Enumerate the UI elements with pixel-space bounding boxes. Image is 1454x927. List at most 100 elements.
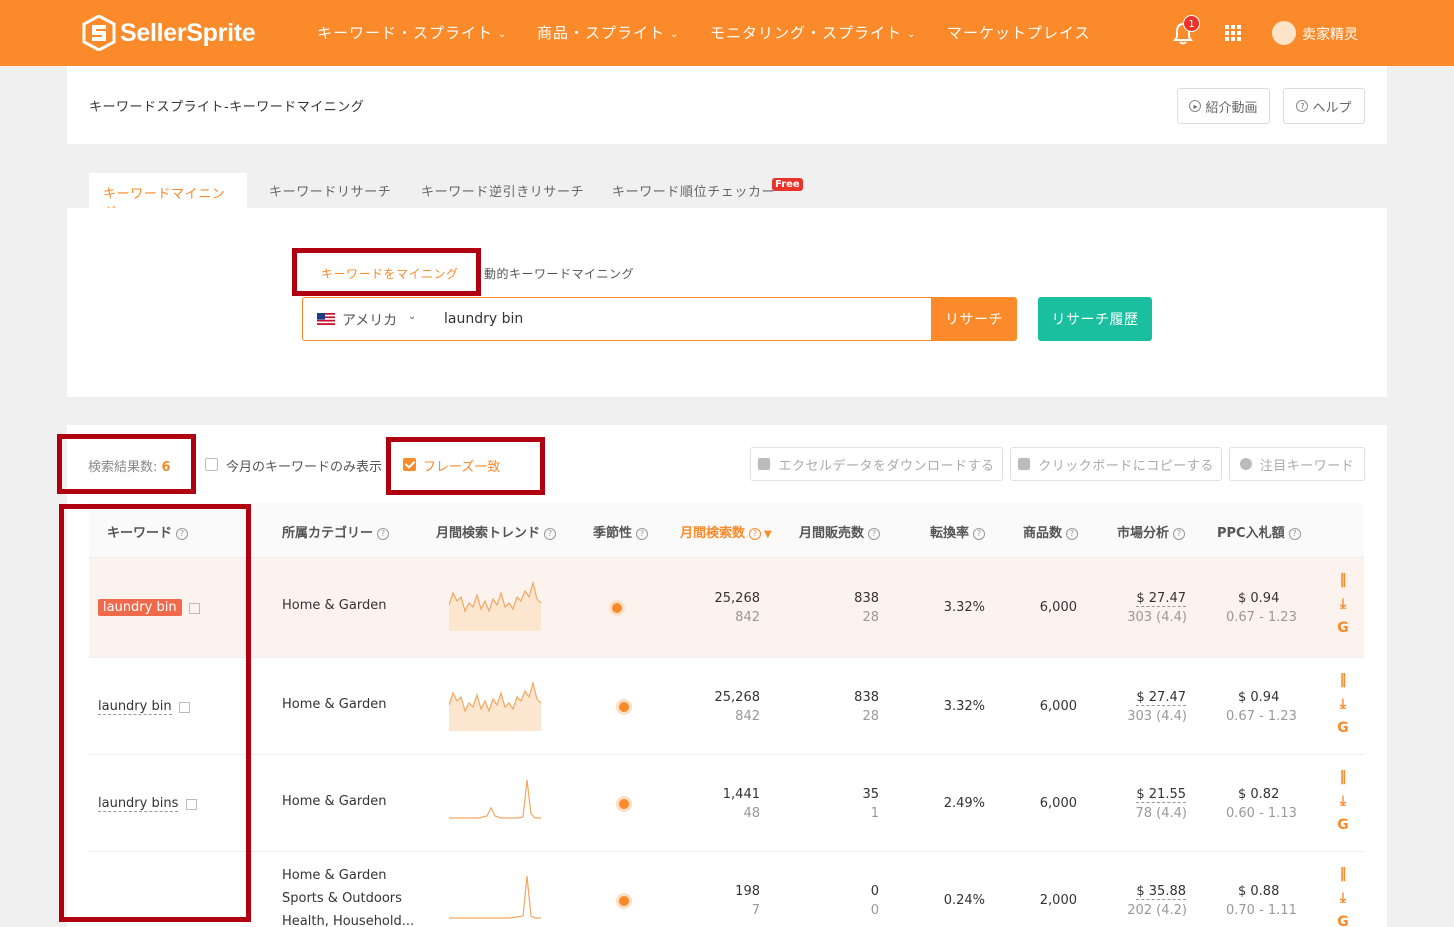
google-icon[interactable]: G [1335, 720, 1351, 736]
search-trend-sparkline[interactable] [449, 580, 543, 634]
th-market-analysis[interactable]: 市場分析? [1117, 522, 1186, 541]
help-icon[interactable]: ? [1173, 528, 1186, 540]
apps-grid-icon[interactable] [1225, 25, 1241, 41]
monthly-sales: 838 [854, 591, 879, 606]
ppc-bid: $ 0.94 [1238, 591, 1280, 606]
google-icon[interactable]: G [1335, 914, 1351, 927]
product-count: 2,000 [1039, 892, 1077, 908]
daily-sales: 0 [870, 902, 879, 918]
market-price[interactable]: $ 21.55 [1136, 787, 1186, 803]
help-icon[interactable]: ? [1066, 528, 1079, 540]
search-trend-sparkline[interactable] [449, 777, 543, 831]
download-icon[interactable]: ⤓ [1335, 793, 1351, 809]
nav-marketplace[interactable]: マーケットプレイス [947, 22, 1091, 43]
help-icon[interactable]: ? [544, 528, 557, 540]
country-select[interactable]: アメリカ [342, 310, 397, 330]
th-monthly-searches[interactable]: 月間検索数? ▼ [680, 522, 772, 541]
seasonality-dot[interactable] [619, 895, 629, 906]
google-icon[interactable]: G [1335, 817, 1351, 833]
mode-dynamic-mining[interactable]: 動的キーワードマイニング [484, 265, 634, 282]
th-seasonality[interactable]: 季節性? [593, 522, 649, 541]
user-name[interactable]: 卖家精灵 [1302, 24, 1358, 44]
nav-product-sprite[interactable]: 商品・スプライト ⌄ [537, 22, 679, 43]
avatar[interactable] [1272, 21, 1296, 45]
bar-chart-icon[interactable]: ‖ [1335, 572, 1351, 588]
bar-chart-icon[interactable]: ‖ [1335, 672, 1351, 688]
search-button[interactable]: リサーチ [931, 297, 1017, 341]
help-icon[interactable]: ? [868, 528, 881, 540]
table-row [89, 755, 1364, 852]
help-button[interactable]: ? ヘルプ [1283, 88, 1365, 124]
tab-keyword-research[interactable]: キーワードリサーチ [255, 173, 405, 209]
nav-keyword-sprite[interactable]: キーワード・スプライト ⌄ [317, 22, 507, 43]
this-month-checkbox[interactable] [205, 458, 218, 471]
monthly-searches: 1,441 [722, 786, 760, 802]
monthly-searches: 25,268 [714, 689, 761, 705]
market-reviews: 303 (4.4) [1127, 708, 1187, 724]
market-price[interactable]: $ 27.47 [1136, 690, 1186, 706]
copy-icon [1018, 458, 1031, 470]
help-icon[interactable]: ? [1288, 528, 1301, 540]
help-icon[interactable]: ? [973, 528, 986, 540]
intro-video-button[interactable]: ▸ 紹介動画 [1177, 88, 1270, 124]
annotation-box-result-count [57, 434, 196, 494]
search-trend-sparkline[interactable] [449, 680, 543, 734]
bar-chart-icon[interactable]: ‖ [1335, 769, 1351, 785]
search-input[interactable]: laundry bin [444, 311, 523, 327]
market-reviews: 78 (4.4) [1135, 805, 1188, 821]
download-icon[interactable]: ⤓ [1335, 890, 1351, 906]
tab-rank-checker[interactable]: キーワード順位チェッカー [598, 173, 789, 209]
logo-icon [82, 15, 116, 51]
table-row [89, 558, 1364, 658]
bar-chart-icon[interactable]: ‖ [1335, 866, 1351, 882]
google-icon[interactable]: G [1335, 620, 1351, 636]
watch-keywords-button[interactable]: 注目キーワード [1229, 447, 1365, 481]
seasonality-dot[interactable] [619, 701, 629, 712]
help-icon[interactable]: ? [636, 528, 649, 540]
sort-desc-icon[interactable]: ▼ [764, 529, 772, 540]
conversion-rate: 3.32% [943, 600, 985, 615]
category-label: Sports & Outdoors [282, 891, 402, 906]
market-reviews: 202 (4.2) [1127, 902, 1187, 918]
th-ppc-bid[interactable]: PPC入札額? [1217, 522, 1301, 541]
seasonality-dot[interactable] [612, 603, 622, 613]
ppc-range: 0.67 - 1.23 [1226, 708, 1297, 724]
th-category[interactable]: 所属カテゴリー? [282, 522, 390, 541]
sellersprite-logo[interactable]: SellerSprite [82, 14, 256, 52]
pie-icon [1239, 458, 1252, 470]
this-month-label[interactable]: 今月のキーワードのみ表示 [226, 456, 382, 475]
th-products[interactable]: 商品数? [1023, 522, 1079, 541]
download-icon[interactable]: ⤓ [1335, 596, 1351, 612]
tab-reverse-research[interactable]: キーワード逆引きリサーチ [407, 173, 598, 209]
help-icon[interactable]: ? [749, 528, 762, 540]
annotation-box-keyword-column [59, 504, 251, 922]
search-history-button[interactable]: リサーチ履歴 [1038, 297, 1152, 341]
search-trend-sparkline[interactable] [449, 874, 543, 924]
nav-monitoring-sprite[interactable]: モニタリング・スプライト ⌄ [710, 22, 916, 43]
monthly-searches: 198 [735, 883, 760, 899]
market-price[interactable]: $ 35.88 [1136, 884, 1186, 900]
notification-badge: 1 [1183, 15, 1200, 32]
help-icon[interactable]: ? [377, 528, 390, 540]
conversion-rate: 0.24% [943, 892, 985, 908]
chevron-down-icon: ⌄ [498, 29, 508, 40]
category-label: Home & Garden [282, 696, 387, 712]
product-count: 6,000 [1039, 600, 1077, 615]
th-search-trend[interactable]: 月間検索トレンド? [436, 522, 557, 541]
download-excel-button[interactable]: エクセルデータをダウンロードする [750, 447, 1003, 481]
copy-clipboard-button[interactable]: クリックボードにコピーする [1010, 447, 1222, 481]
tab-keyword-mining[interactable]: キーワードマイニング [89, 173, 247, 221]
seasonality-dot[interactable] [619, 798, 629, 809]
daily-searches: 842 [735, 610, 760, 625]
daily-sales: 28 [862, 610, 879, 625]
th-conversion[interactable]: 転換率? [930, 522, 986, 541]
monthly-searches: 25,268 [714, 591, 761, 606]
chevron-down-icon: ⌄ [907, 29, 917, 40]
chevron-down-icon[interactable]: ⌄ [408, 311, 416, 322]
th-monthly-sales[interactable]: 月間販売数? [799, 522, 881, 541]
annotation-box-phrase-match [386, 437, 545, 495]
download-icon[interactable]: ⤓ [1335, 696, 1351, 712]
market-reviews: 303 (4.4) [1127, 610, 1187, 625]
market-price[interactable]: $ 27.47 [1136, 591, 1186, 607]
category-label: Home & Garden [282, 598, 387, 613]
